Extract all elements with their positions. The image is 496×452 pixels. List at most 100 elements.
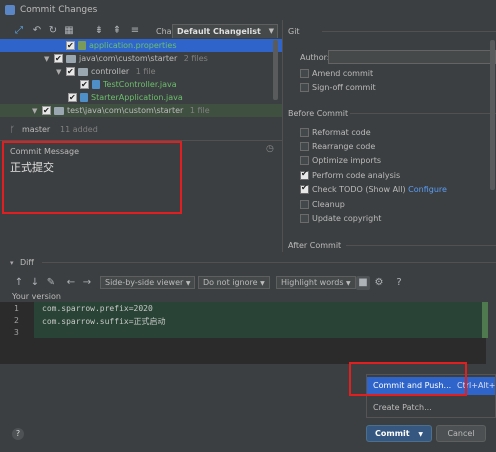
section-line [322, 31, 496, 32]
status-strip: ᚴ master 11 added [0, 122, 282, 136]
signoff-label: Sign-off commit [312, 83, 376, 92]
amend-checkbox[interactable] [300, 69, 309, 78]
reformat-checkbox[interactable] [300, 128, 309, 137]
tree-row[interactable]: ▼controller 1 file [0, 65, 156, 78]
amend-commit-option[interactable]: Amend commit [300, 69, 373, 78]
optimize-checkbox[interactable] [300, 156, 309, 165]
cleanup-checkbox[interactable] [300, 200, 309, 209]
help-button[interactable]: ? [12, 428, 24, 440]
help-icon[interactable]: ? [392, 276, 406, 290]
settings-icon[interactable]: ≡ [128, 24, 142, 38]
ignore-select[interactable]: Do not ignore ▼ [198, 276, 270, 289]
analyze-label: Perform code analysis [312, 171, 401, 180]
todo-label: Check TODO (Show All) [312, 185, 406, 194]
section-line [350, 113, 496, 114]
cancel-button[interactable]: Cancel [436, 425, 486, 442]
copyright-checkbox[interactable] [300, 214, 309, 223]
cleanup-label: Cleanup [312, 200, 345, 209]
file-checkbox[interactable] [68, 91, 77, 104]
author-label: Author: [300, 53, 330, 62]
undo-icon[interactable]: ↶ [30, 24, 44, 38]
arrow-right-icon[interactable]: → [80, 276, 94, 290]
file-count: 1 file [135, 67, 156, 76]
highlight-box [2, 141, 182, 214]
tree-row[interactable]: ▼ test\java\com\custom\starter 1 file [0, 104, 282, 117]
after-commit-title: After Commit [288, 241, 342, 250]
rearrange-option[interactable]: Rearrange code [300, 142, 375, 151]
show-diff-icon[interactable]: ⤢ [12, 24, 26, 38]
tree-row[interactable]: ▼java\com\custom\starter 2 files [0, 52, 208, 65]
line-number: 1 [14, 304, 19, 313]
your-version-label: Your version [12, 292, 61, 301]
added-count: 11 added [60, 125, 98, 134]
gear-icon[interactable]: ⚙ [372, 276, 386, 290]
folder-name: controller [91, 67, 130, 76]
collapse-all-icon[interactable]: ⇞ [110, 24, 124, 38]
rearrange-checkbox[interactable] [300, 142, 309, 151]
class-file-icon [92, 80, 100, 89]
highlight-box [349, 362, 467, 396]
analyze-option[interactable]: Perform code analysis [300, 169, 401, 180]
folder-icon [54, 106, 64, 115]
expand-icon[interactable]: ▼ [32, 105, 42, 118]
code-line: com.sparrow.suffix=正式启动 [42, 317, 166, 326]
menu-item-create-patch[interactable]: Create Patch... [373, 403, 432, 412]
title-bar: Commit Changes [0, 0, 496, 20]
folder-checkbox[interactable] [42, 104, 51, 117]
line-number: 3 [14, 328, 19, 337]
copyright-option[interactable]: Update copyright [300, 214, 381, 223]
window-title: Commit Changes [20, 5, 98, 15]
reformat-label: Reformat code [312, 128, 371, 137]
folder-checkbox[interactable] [54, 52, 63, 65]
expand-all-icon[interactable]: ⇟ [92, 24, 106, 38]
file-checkbox[interactable] [80, 78, 89, 91]
folder-checkbox[interactable] [66, 65, 75, 78]
tree-row[interactable]: application.properties [0, 39, 282, 52]
section-line [346, 245, 496, 246]
todo-checkbox[interactable] [300, 183, 309, 194]
file-checkbox[interactable] [66, 39, 75, 52]
analyze-checkbox[interactable] [300, 169, 309, 180]
refresh-icon[interactable]: ↻ [46, 24, 60, 38]
chevron-down-icon: ▼ [268, 27, 274, 35]
file-name: StarterApplication.java [91, 93, 183, 102]
changelist-value: Default Changelist [177, 27, 261, 36]
arrow-left-icon[interactable]: ← [64, 276, 78, 290]
chevron-down-icon: ▼ [260, 280, 265, 287]
code-line: com.sparrow.prefix=2020 [42, 304, 153, 313]
cleanup-option[interactable]: Cleanup [300, 200, 345, 209]
configure-link[interactable]: Configure [408, 185, 447, 194]
app-icon [5, 5, 15, 15]
file-count: 1 file [189, 106, 210, 115]
signoff-checkbox[interactable] [300, 83, 309, 92]
lock-icon[interactable]: ■ [356, 276, 370, 290]
arrow-up-icon[interactable]: ↑ [12, 276, 26, 290]
arrow-down-icon[interactable]: ↓ [28, 276, 42, 290]
chevron-down-icon[interactable]: ▼ [418, 431, 423, 438]
optimize-option[interactable]: Optimize imports [300, 156, 381, 165]
diff-title: Diff [20, 258, 34, 267]
options-scrollbar[interactable] [490, 40, 495, 190]
folder-icon [78, 67, 88, 76]
collapse-diff-icon[interactable]: ▾ [10, 259, 14, 267]
changelist-select[interactable]: Default Changelist ▼ [172, 24, 278, 39]
edit-icon[interactable]: ✎ [44, 276, 58, 290]
history-icon[interactable]: ◷ [266, 144, 274, 154]
chevron-down-icon: ▼ [185, 280, 191, 287]
ignore-value: Do not ignore [203, 278, 258, 287]
tree-row[interactable]: TestController.java [0, 78, 177, 91]
group-icon[interactable]: ▦ [62, 24, 76, 38]
tree-scrollbar[interactable] [273, 40, 278, 100]
section-line [42, 262, 496, 263]
viewer-select[interactable]: Side-by-side viewer ▼ [100, 276, 196, 289]
tree-row[interactable]: StarterApplication.java [0, 91, 183, 104]
author-input[interactable] [328, 50, 496, 64]
changes-tree: application.properties ▼java\com\custom\… [0, 38, 282, 122]
todo-option[interactable]: Check TODO (Show All) Configure [300, 183, 447, 194]
signoff-option[interactable]: Sign-off commit [300, 83, 376, 92]
highlight-select[interactable]: Highlight words ▼ [276, 276, 356, 289]
vertical-divider [282, 20, 283, 252]
commit-button[interactable]: Commit ▼ [366, 425, 432, 442]
reformat-option[interactable]: Reformat code [300, 128, 371, 137]
file-count: 2 files [183, 54, 208, 63]
